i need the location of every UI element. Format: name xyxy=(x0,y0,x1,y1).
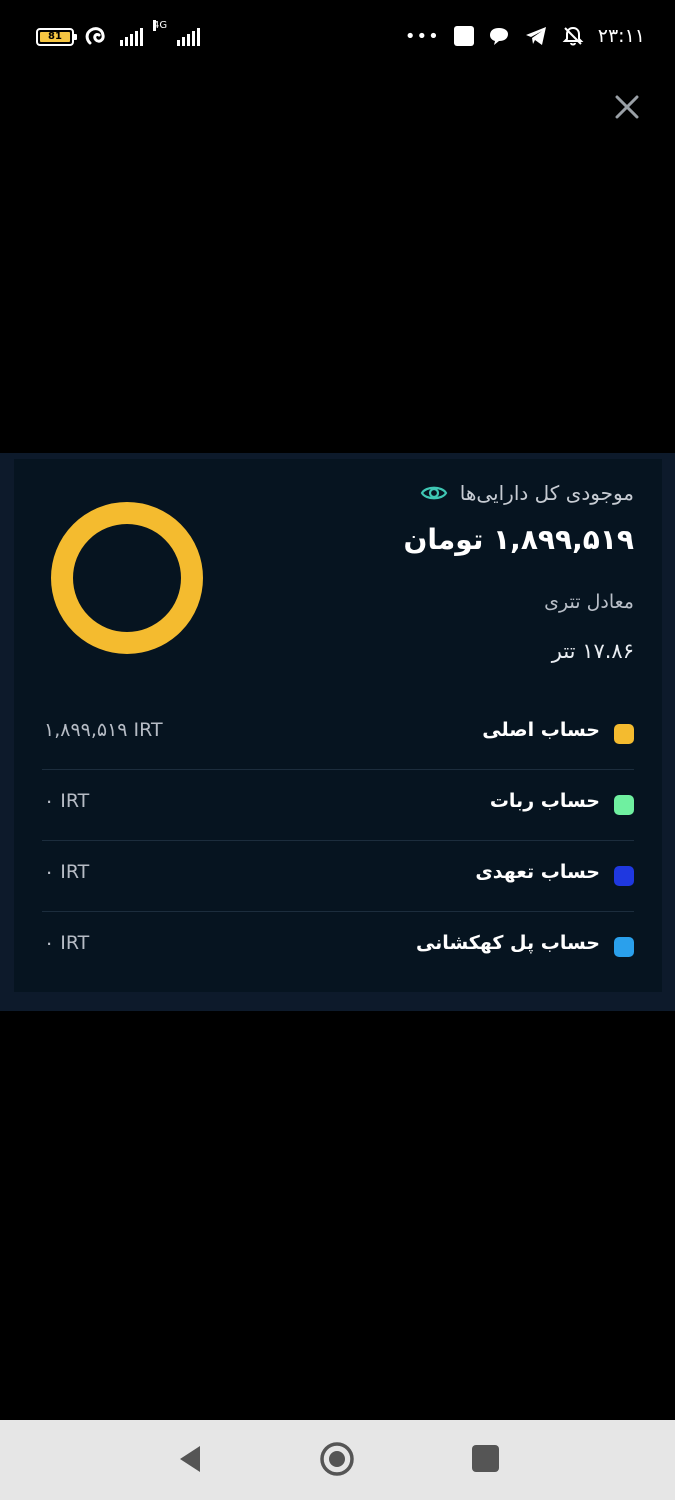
home-circle-icon[interactable] xyxy=(318,1440,356,1478)
telegram-icon xyxy=(525,27,546,45)
asset-summary-card: موجودی کل دارایی‌ها ۱,۸۹۹,۵۱۹ تومان معاد… xyxy=(14,459,662,992)
account-row-commitment[interactable]: حساب تعهدی ۰ IRT xyxy=(42,841,634,912)
summary-header: موجودی کل دارایی‌ها xyxy=(420,473,634,513)
signal-strength-icon xyxy=(120,28,143,46)
account-list: حساب اصلی ۱,۸۹۹,۵۱۹ IRT حساب ربات ۰ IRT … xyxy=(42,699,634,982)
system-navigation-bar xyxy=(0,1420,675,1500)
close-icon xyxy=(615,95,639,119)
status-clock: ۲۳:۱۱ xyxy=(597,25,645,47)
eye-icon[interactable] xyxy=(420,483,448,503)
account-row-galaxy-bridge[interactable]: حساب پل کهکشانی ۰ IRT xyxy=(42,912,634,982)
battery-level: 81 xyxy=(40,32,70,42)
status-bar-right: ••• ۲۳:۱۱ xyxy=(405,22,645,50)
tether-equivalent-value: ۱۷.۸۶ تتر xyxy=(551,639,634,663)
account-color-dot xyxy=(614,937,634,957)
close-button[interactable] xyxy=(610,90,644,124)
account-row-main[interactable]: حساب اصلی ۱,۸۹۹,۵۱۹ IRT xyxy=(42,699,634,770)
account-color-dot xyxy=(614,866,634,886)
asset-summary-sheet: موجودی کل دارایی‌ها ۱,۸۹۹,۵۱۹ تومان معاد… xyxy=(0,453,675,1011)
status-bar-left: 81 4G xyxy=(36,20,200,50)
total-balance: ۱,۸۹۹,۵۱۹ تومان xyxy=(403,523,634,556)
account-name: حساب تعهدی xyxy=(475,861,600,883)
back-triangle-icon[interactable] xyxy=(174,1442,208,1476)
notifications-muted-icon xyxy=(562,26,584,46)
chat-bubble-icon xyxy=(489,28,508,45)
account-balance: ۰ IRT xyxy=(44,790,90,812)
tether-equivalent-label: معادل تتری xyxy=(544,591,634,613)
account-balance: ۰ IRT xyxy=(44,932,90,954)
donut-ring xyxy=(51,502,203,654)
battery-icon: 81 xyxy=(36,28,77,46)
hotspot-icon xyxy=(85,27,105,45)
account-name: حساب پل کهکشانی xyxy=(415,932,600,954)
network-type: 4G xyxy=(153,20,168,31)
account-color-dot xyxy=(614,724,634,744)
account-balance: ۱,۸۹۹,۵۱۹ IRT xyxy=(44,719,163,741)
recent-square-icon[interactable] xyxy=(472,1445,499,1472)
account-name: حساب ربات xyxy=(489,790,600,812)
account-color-dot xyxy=(614,795,634,815)
signal-4g-icon: 4G xyxy=(153,20,200,46)
account-row-robot[interactable]: حساب ربات ۰ IRT xyxy=(42,770,634,841)
more-notifications-icon: ••• xyxy=(404,25,440,47)
status-bar: 81 4G ••• ۲۳:۱۱ xyxy=(0,0,675,72)
account-balance: ۰ IRT xyxy=(44,861,90,883)
app-notification-icon xyxy=(453,26,474,46)
asset-donut-chart xyxy=(51,502,203,654)
account-name: حساب اصلی xyxy=(482,719,600,741)
summary-title: موجودی کل دارایی‌ها xyxy=(459,481,634,505)
